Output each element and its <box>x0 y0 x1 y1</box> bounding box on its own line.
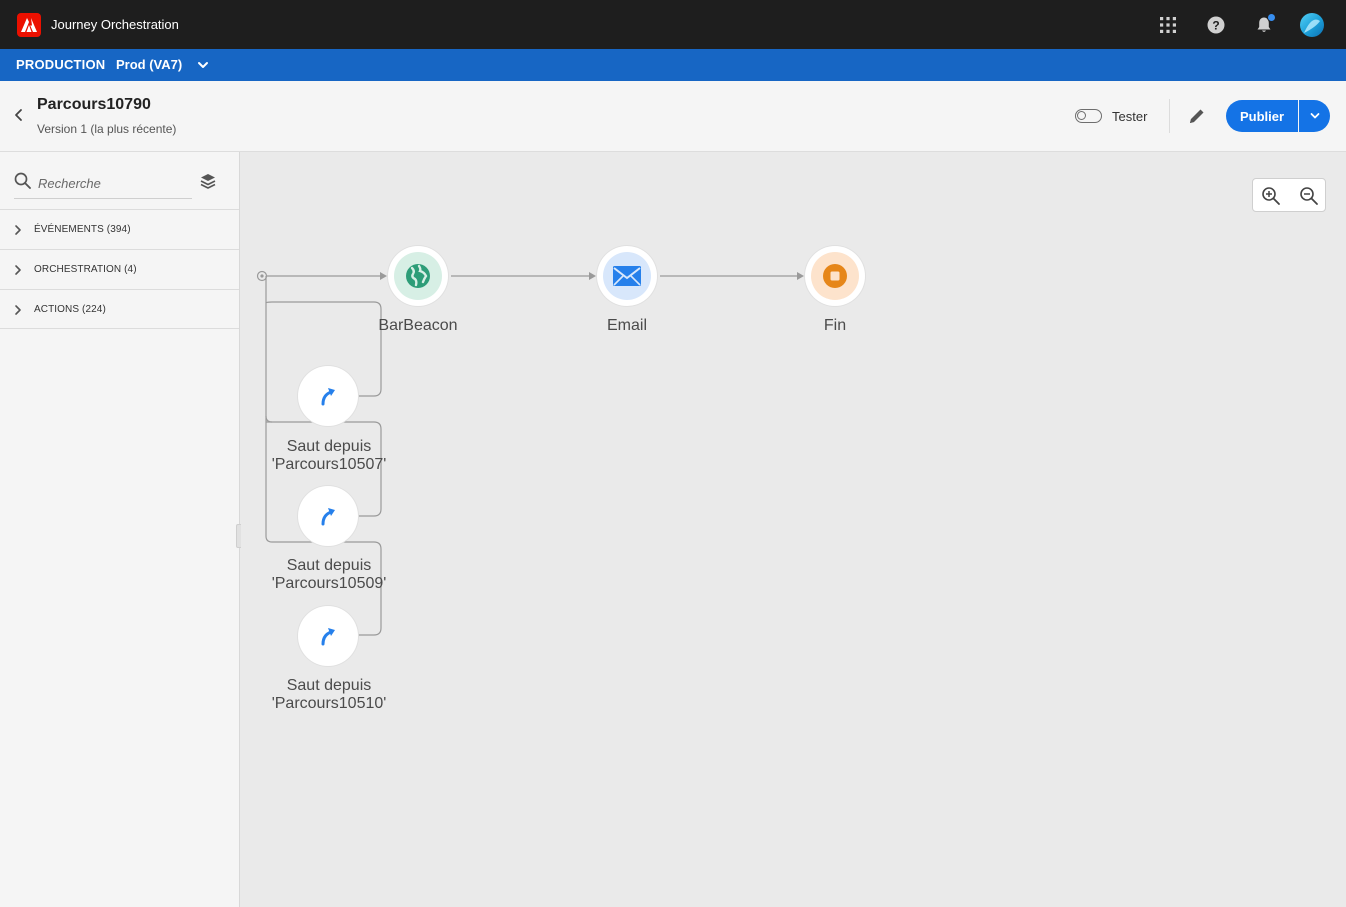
jump-label-source: 'Parcours10507' <box>271 456 387 473</box>
globe-icon <box>394 252 442 300</box>
category-list: ÉVÉNEMENTS (394) ORCHESTRATION (4) ACTIO… <box>0 209 239 329</box>
notification-badge <box>1267 13 1276 22</box>
jump-label-line: Saut depuis <box>286 438 372 455</box>
user-avatar[interactable] <box>1298 11 1326 39</box>
search-input[interactable] <box>38 172 188 194</box>
jump-arrow-icon <box>321 508 335 526</box>
top-bar: Journey Orchestration ? <box>0 0 1346 49</box>
category-orchestration[interactable]: ORCHESTRATION (4) <box>0 249 239 289</box>
jump-arrow-icon <box>321 628 335 646</box>
zoom-out-icon[interactable] <box>1299 186 1319 206</box>
journey-version: Version 1 (la plus récente) <box>37 122 177 136</box>
jump-label-line: Saut depuis <box>286 677 372 694</box>
end-node[interactable] <box>805 246 865 306</box>
notifications-bell-icon[interactable] <box>1250 11 1278 39</box>
email-node-label: Email <box>606 317 647 334</box>
jump-node-2-label: Saut depuis 'Parcours10509' <box>259 557 399 593</box>
category-events[interactable]: ÉVÉNEMENTS (394) <box>0 209 239 249</box>
barbeacon-node-label: BarBeacon <box>378 317 458 334</box>
apps-grid-icon[interactable] <box>1154 11 1182 39</box>
avatar-image-icon <box>1300 13 1324 37</box>
journey-header: Parcours10790 Version 1 (la plus récente… <box>0 81 1346 152</box>
environment-bar: PRODUCTION Prod (VA7) <box>0 49 1346 81</box>
sandbox-name[interactable]: Prod (VA7) <box>116 57 182 72</box>
search-box <box>14 170 192 199</box>
category-actions[interactable]: ACTIONS (224) <box>0 289 239 329</box>
adobe-logo-icon[interactable] <box>17 13 41 37</box>
publish-button[interactable]: Publier <box>1226 100 1298 132</box>
search-icon <box>14 172 32 190</box>
app-title: Journey Orchestration <box>51 17 179 32</box>
chevron-right-icon <box>15 305 21 315</box>
jump-label-source: 'Parcours10509' <box>271 575 387 592</box>
jump-label-line: Saut depuis <box>286 557 372 574</box>
jump-node-2[interactable] <box>298 486 358 546</box>
category-label: ORCHESTRATION (4) <box>34 264 137 275</box>
svg-text:?: ? <box>1212 19 1219 33</box>
zoom-in-icon[interactable] <box>1261 186 1281 206</box>
zoom-controls <box>1252 178 1326 212</box>
envelope-icon <box>603 252 651 300</box>
activity-palette-sidebar: ÉVÉNEMENTS (394) ORCHESTRATION (4) ACTIO… <box>0 152 240 907</box>
end-node-label: Fin <box>823 317 847 334</box>
top-icons: ? <box>1154 11 1326 39</box>
jump-node-3[interactable] <box>298 606 358 666</box>
publish-chevron-down-icon <box>1310 113 1319 119</box>
category-label: ÉVÉNEMENTS (394) <box>34 224 131 235</box>
header-divider <box>1169 99 1170 133</box>
publish-dropdown-button[interactable] <box>1299 100 1330 132</box>
journey-title: Parcours10790 <box>37 96 151 113</box>
help-icon[interactable]: ? <box>1202 11 1230 39</box>
email-action-node[interactable] <box>597 246 657 306</box>
jump-node-1[interactable] <box>298 366 358 426</box>
chevron-right-icon <box>15 265 21 275</box>
jump-node-1-label: Saut depuis 'Parcours10507' <box>259 438 399 474</box>
jump-label-source: 'Parcours10510' <box>271 695 387 712</box>
back-chevron-left-icon[interactable] <box>12 108 26 122</box>
stop-icon <box>811 252 859 300</box>
chevron-right-icon <box>15 225 21 235</box>
environment-label: PRODUCTION <box>16 57 106 72</box>
test-mode-label: Tester <box>1112 109 1148 124</box>
sandbox-chevron-down-icon[interactable] <box>196 58 210 72</box>
category-label: ACTIONS (224) <box>34 304 106 315</box>
edit-pencil-icon[interactable] <box>1188 107 1206 125</box>
jump-arrow-icon <box>321 388 335 406</box>
layers-icon[interactable] <box>199 172 217 190</box>
jump-node-3-label: Saut depuis 'Parcours10510' <box>259 677 399 713</box>
toggle-knob <box>1077 111 1086 120</box>
test-mode-toggle[interactable] <box>1075 109 1102 123</box>
barbeacon-event-node[interactable] <box>388 246 448 306</box>
